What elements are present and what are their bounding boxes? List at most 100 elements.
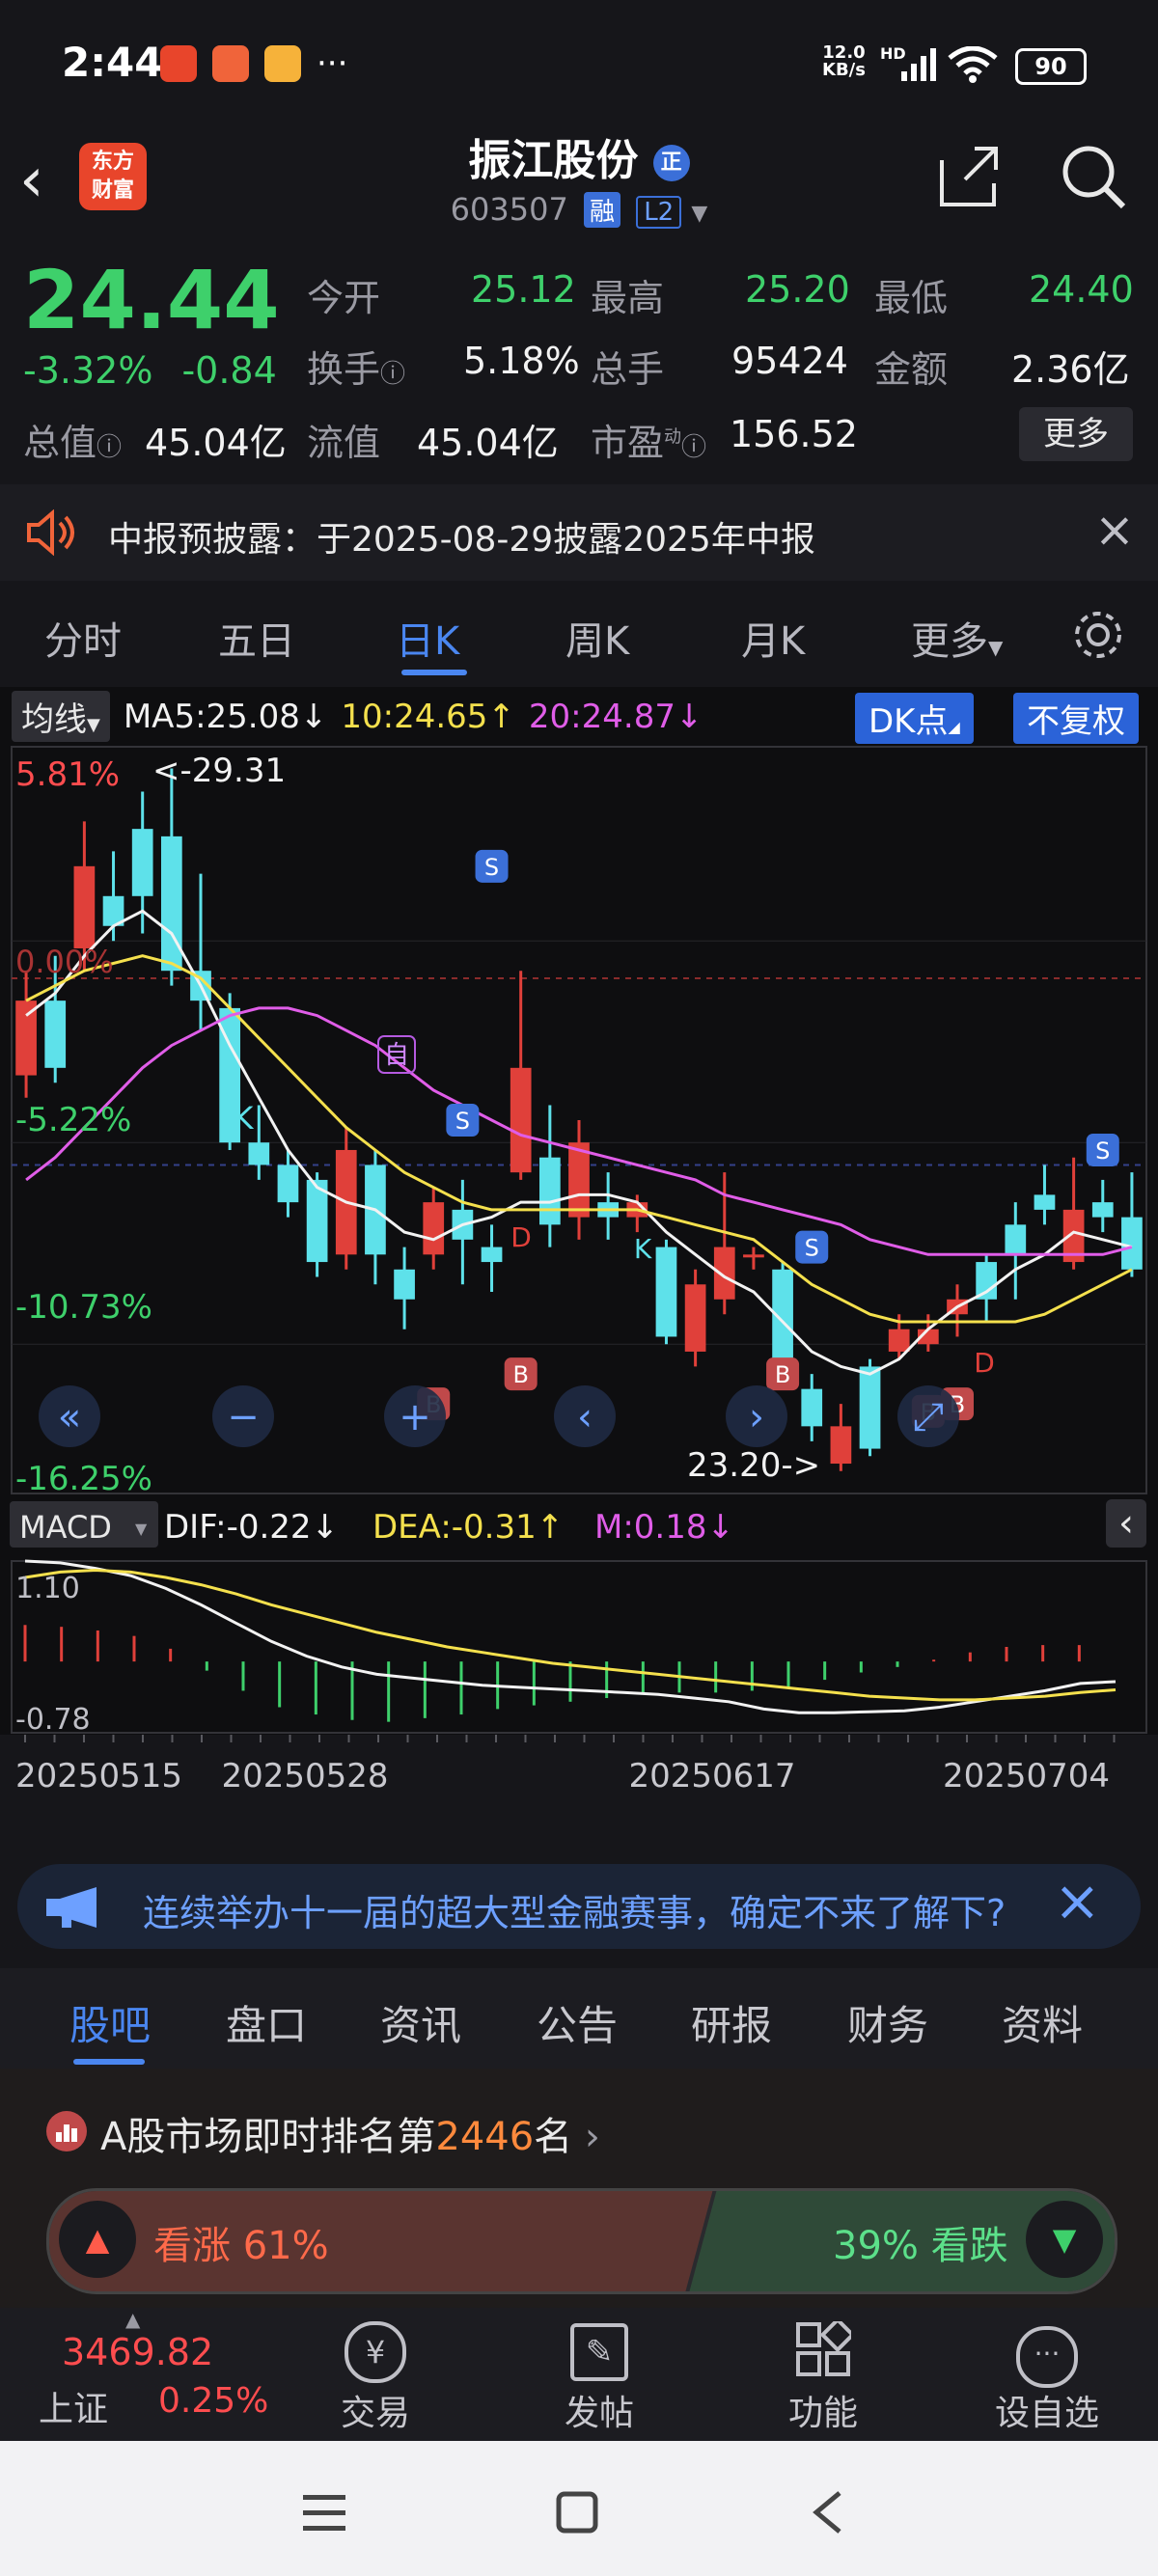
tab-profile[interactable]: 资料: [1002, 1993, 1083, 2052]
notification-icons: ···: [160, 44, 347, 83]
low-label: 最低: [874, 277, 949, 319]
tab-finance[interactable]: 财务: [847, 1993, 928, 2052]
date-label: 20250704: [943, 1757, 1110, 1795]
kline-chart[interactable]: SSSSBBBBBKKDD自 5.81%0.00%-5.22%-10.73%-1…: [0, 741, 1158, 1845]
app-notification-icon: [212, 45, 249, 82]
candle-body: [131, 829, 153, 896]
more-notifications-icon: ···: [317, 44, 348, 83]
active-tab-underline: [73, 2059, 145, 2065]
promo-banner[interactable]: 连续举办十一届的超大型金融赛事，确定不来了解下? ×: [17, 1864, 1141, 1949]
back-nav-icon[interactable]: [811, 2491, 845, 2534]
candle-body: [772, 1269, 793, 1367]
bullish-percent: 看涨 61%: [153, 2224, 329, 2268]
open-label: 今开: [307, 277, 381, 319]
candle-body: [859, 1366, 881, 1449]
nav-trade[interactable]: ¥ 交易: [303, 2308, 448, 2435]
edit-icon: ✎: [527, 2308, 672, 2385]
low-price-annotation: 23.20->: [687, 1446, 820, 1485]
tab-monthly-k[interactable]: 月K: [741, 610, 805, 666]
chart-area[interactable]: 均线▼ MA5:25.08↓ 10:24.65↑ 20:24.87↓ DK点◢ …: [0, 687, 1158, 1845]
notice-bar[interactable]: 中报预披露：于2025-08-29披露2025年中报 ×: [0, 484, 1158, 581]
dk-point-button[interactable]: DK点◢: [855, 693, 974, 744]
close-icon[interactable]: ×: [1054, 1868, 1101, 1933]
nav-add-watchlist[interactable]: ··· 设自选: [975, 2308, 1119, 2435]
tab-intraday[interactable]: 分时: [44, 610, 122, 666]
turnover-value: 5.18%: [463, 340, 580, 382]
fullscreen-icon-glyph: ⤢: [913, 1395, 944, 1439]
market-rank[interactable]: A股市场即时排名第2446名 ›: [100, 2105, 600, 2161]
scroll-left-fast-icon-glyph: «: [58, 1395, 81, 1439]
candle-body: [1121, 1217, 1143, 1270]
price-change: -3.32% -0.84: [23, 349, 277, 392]
y-axis-label: -5.22%: [15, 1101, 131, 1139]
grid-icon: [751, 2308, 896, 2385]
market-cap-label: 总值ⓘ: [23, 422, 123, 464]
ma5-value: MA5:25.08↓: [123, 697, 328, 736]
candle-body: [743, 1254, 764, 1258]
pe-value: 156.52: [730, 413, 858, 455]
macd-y-label: -0.78: [15, 1703, 91, 1737]
no-adjust-button[interactable]: 不复权: [1013, 693, 1139, 744]
stock-code: 603507: [450, 191, 568, 228]
tab-pankou[interactable]: 盘口: [226, 1993, 307, 2052]
net-speed: 12.0 KB/s: [822, 42, 866, 80]
yuan-icon: ¥: [303, 2308, 448, 2385]
change-percent: -3.32%: [23, 349, 153, 392]
dif-line: [24, 1559, 1117, 1714]
battery-icon: 90: [1015, 48, 1087, 85]
banner-text: 连续举办十一届的超大型金融赛事，确定不来了解下?: [143, 1892, 1006, 1934]
share-icon[interactable]: [938, 145, 1002, 208]
sell-signal-marker-label: S: [805, 1235, 819, 1262]
y-axis-label: 5.81%: [15, 755, 120, 794]
date-label: 20250528: [221, 1757, 388, 1795]
candle-body: [160, 836, 182, 972]
caret-up-icon: ▲: [125, 2308, 141, 2331]
tab-five-day[interactable]: 五日: [218, 610, 295, 666]
candle-body: [248, 1142, 270, 1165]
tab-research[interactable]: 研报: [691, 1993, 772, 2052]
market-cap-value: 45.04亿: [145, 422, 287, 464]
nav-post[interactable]: ✎ 发帖: [527, 2308, 672, 2435]
index-value[interactable]: 3469.82: [62, 2331, 213, 2373]
change-absolute: -0.84: [181, 349, 277, 392]
search-icon[interactable]: [1060, 143, 1127, 210]
candle-body: [481, 1247, 503, 1263]
tab-guba[interactable]: 股吧: [69, 1993, 151, 2052]
close-icon[interactable]: ×: [1094, 502, 1135, 558]
home-icon[interactable]: [556, 2491, 598, 2534]
gear-icon[interactable]: [1071, 608, 1125, 662]
candle-body: [277, 1165, 299, 1203]
l2-tag: L2: [636, 196, 682, 229]
more-quote-button[interactable]: 更多: [1019, 407, 1133, 461]
candle-body: [1005, 1224, 1027, 1255]
k-pattern-marker: K: [234, 1100, 255, 1137]
bottom-nav: ▲ 3469.82 上证 0.25% ¥ 交易 ✎ 发帖 功能 ··· 设自选: [0, 2308, 1158, 2441]
tab-daily-k[interactable]: 日K: [396, 610, 459, 666]
tab-announcements[interactable]: 公告: [537, 1993, 618, 2052]
tab-more[interactable]: 更多▼: [911, 610, 1003, 666]
tab-weekly-k[interactable]: 周K: [565, 610, 629, 666]
nav-functions[interactable]: 功能: [751, 2308, 896, 2435]
chevron-right-icon: ›: [584, 2115, 600, 2159]
ma-legend: 均线▼ MA5:25.08↓ 10:24.65↑ 20:24.87↓: [12, 691, 703, 742]
buy-signal-marker-label: B: [775, 1361, 790, 1388]
ma-selector[interactable]: 均线▼: [12, 691, 110, 742]
tab-news[interactable]: 资讯: [380, 1993, 461, 2052]
candle-body: [976, 1262, 998, 1300]
vote-up-button[interactable]: ▲: [59, 2201, 136, 2278]
vote-down-button[interactable]: ▼: [1026, 2201, 1103, 2278]
megaphone-icon: [46, 1887, 96, 1928]
candle-body: [1034, 1194, 1056, 1210]
candle-body: [510, 1067, 532, 1173]
float-cap-label: 流值: [307, 422, 381, 464]
candle-body: [655, 1247, 677, 1337]
sell-signal-marker-label: S: [1095, 1137, 1110, 1165]
verified-badge-icon: 正: [652, 145, 690, 181]
app-notification-icon: [264, 45, 301, 82]
open-value: 25.12: [471, 268, 576, 311]
current-price: 24.44: [23, 253, 280, 347]
menu-icon[interactable]: [303, 2493, 345, 2532]
y-axis-label: -16.25%: [15, 1460, 152, 1498]
date-label: 20250515: [15, 1757, 182, 1795]
speaker-icon: [27, 509, 74, 556]
